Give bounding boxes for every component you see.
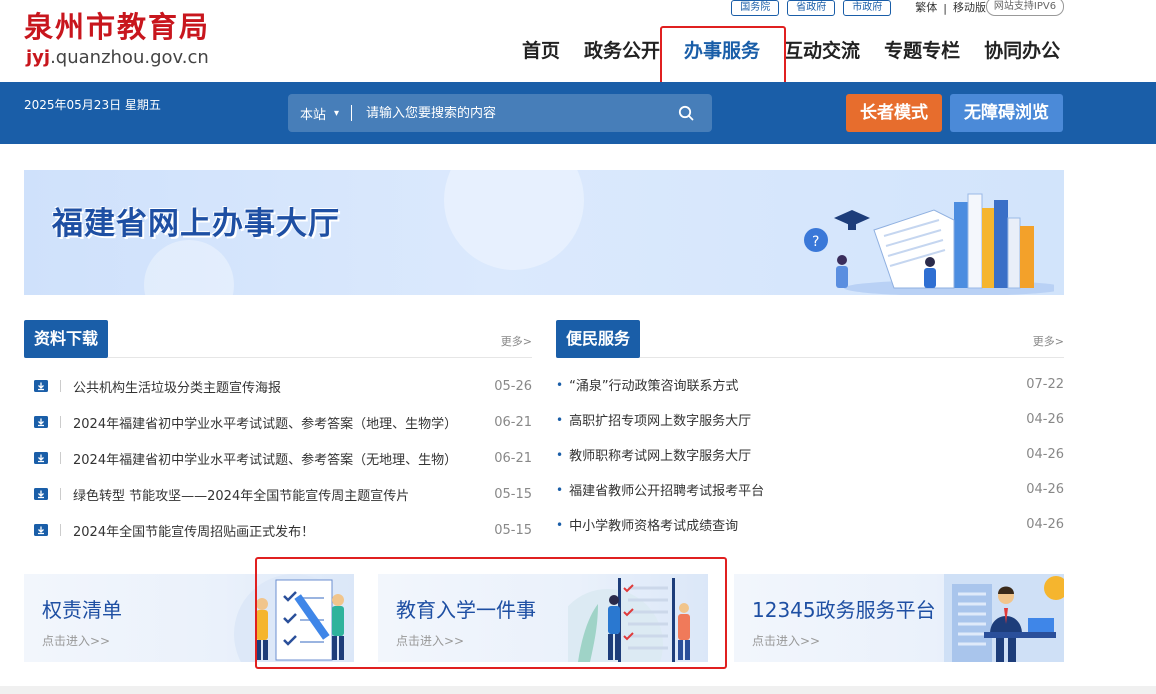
- list-item[interactable]: 绿色转型 节能攻坚——2024年全国节能宣传周主题宣传片 05-15: [24, 476, 532, 512]
- item-separator: [60, 524, 61, 536]
- list-item-text: 福建省教师公开招聘考试报考平台: [569, 484, 765, 499]
- downloads-title[interactable]: 资料下载: [24, 320, 109, 358]
- site-logo-title[interactable]: 泉州市教育局: [24, 10, 210, 44]
- domain-accent: jyj: [26, 47, 51, 68]
- list-item[interactable]: • 中小学教师资格考试成绩查询 04-26: [556, 507, 1064, 542]
- domain-rest: .quanzhou.gov.cn: [50, 47, 209, 68]
- services-list: • “涌泉”行动政策咨询联系方式 07-22 • 高职扩招专项网上数字服务大厅 …: [556, 367, 1064, 542]
- svg-text:?: ?: [812, 234, 819, 250]
- list-item[interactable]: 公共机构生活垃圾分类主题宣传海报 05-26: [24, 368, 532, 404]
- list-item-text: 2024年福建省初中学业水平考试试题、参考答案（地理、生物学）: [73, 416, 458, 432]
- bullet-icon: •: [556, 377, 564, 392]
- site-header: 泉州市教育局 jyj.quanzhou.gov.cn 国务院 省政府 市政府 繁…: [0, 0, 1156, 86]
- services-header: 便民服务 更多>: [556, 320, 1064, 358]
- nav-collaboration[interactable]: 协同办公: [972, 36, 1072, 66]
- list-item-text: 高职扩招专项网上数字服务大厅: [569, 414, 752, 429]
- bullet-icon: •: [556, 482, 564, 497]
- site-domain: jyj.quanzhou.gov.cn: [26, 47, 209, 69]
- online-service-hall-banner[interactable]: 福建省网上办事大厅 ?: [24, 170, 1064, 295]
- search-icon[interactable]: [678, 105, 694, 121]
- list-item-text: 中小学教师资格考试成绩查询: [569, 519, 739, 534]
- services-more-link[interactable]: 更多>: [1033, 333, 1064, 349]
- list-item[interactable]: • 高职扩招专项网上数字服务大厅 04-26: [556, 402, 1064, 437]
- utility-bar: 2025年05月23日 星期五 本站 ▾ 长者模式 无障碍浏览: [0, 82, 1156, 144]
- enrollment-card-highlight-box: [255, 557, 727, 669]
- link-city-gov[interactable]: 市政府: [843, 0, 892, 16]
- search-box: 本站 ▾: [288, 94, 712, 132]
- list-item-date: 07-22: [1026, 377, 1064, 392]
- top-links: 国务院 省政府 市政府 繁体 | 移动版: [723, 0, 986, 16]
- bullet-icon: •: [556, 517, 564, 532]
- ipv6-badge: 网站支持IPV6: [986, 0, 1064, 16]
- list-item-text: 绿色转型 节能攻坚——2024年全国节能宣传周主题宣传片: [73, 488, 410, 504]
- education-books-illustration: ?: [804, 193, 1054, 295]
- list-item-text: “涌泉”行动政策咨询联系方式: [569, 379, 739, 394]
- list-item-text: 2024年福建省初中学业水平考试试题、参考答案（无地理、生物）: [73, 452, 458, 468]
- download-icon: [34, 452, 48, 464]
- list-item-date: 04-26: [1026, 447, 1064, 462]
- search-divider: [351, 105, 353, 121]
- nav-gov-affairs[interactable]: 政务公开: [572, 36, 672, 66]
- list-item-date: 06-21: [494, 414, 532, 430]
- list-item[interactable]: 2024年全国节能宣传周招贴画正式发布！ 05-15: [24, 512, 532, 548]
- list-item[interactable]: 2024年福建省初中学业水平考试试题、参考答案（无地理、生物） 06-21: [24, 440, 532, 476]
- card-title: 12345政务服务平台: [752, 598, 936, 622]
- card-enter-link[interactable]: 点击进入>>: [42, 632, 110, 649]
- list-item[interactable]: • 教师职称考试网上数字服务大厅 04-26: [556, 437, 1064, 472]
- nav-interaction[interactable]: 互动交流: [772, 36, 872, 66]
- list-item-text: 教师职称考试网上数字服务大厅: [569, 449, 752, 464]
- list-item-date: 04-26: [1026, 517, 1064, 532]
- downloads-more-link[interactable]: 更多>: [501, 333, 532, 349]
- download-icon: [34, 380, 48, 392]
- elder-mode-button[interactable]: 长者模式: [846, 94, 942, 132]
- downloads-list: 公共机构生活垃圾分类主题宣传海报 05-26 2024年福建省初中学业水平考试试…: [24, 368, 532, 548]
- card-12345-service-platform[interactable]: 12345政务服务平台 点击进入>>: [734, 574, 1064, 662]
- card-enter-link[interactable]: 点击进入>>: [752, 632, 820, 649]
- top-separator: |: [943, 1, 947, 15]
- services-title[interactable]: 便民服务: [556, 320, 641, 358]
- link-traditional-chinese[interactable]: 繁体: [915, 0, 937, 16]
- downloads-section: 资料下载 更多> 公共机构生活垃圾分类主题宣传海报 05-26 2024年福建省…: [24, 320, 532, 548]
- banner-decor-circle: [444, 170, 584, 270]
- banner-title: 福建省网上办事大厅: [52, 206, 340, 242]
- list-item-date: 04-26: [1026, 482, 1064, 497]
- banner-decor-circle: [144, 240, 234, 295]
- list-item[interactable]: 2024年福建省初中学业水平考试试题、参考答案（地理、生物学） 06-21: [24, 404, 532, 440]
- item-separator: [60, 452, 61, 464]
- link-state-council[interactable]: 国务院: [731, 0, 780, 16]
- current-date: 2025年05月23日 星期五: [24, 98, 161, 112]
- list-item-date: 05-15: [494, 522, 532, 538]
- main-nav: 首页 政务公开 办事服务 互动交流 专题专栏 协同办公: [510, 36, 1072, 66]
- list-item-text: 2024年全国节能宣传周招贴画正式发布！: [73, 524, 315, 540]
- service-staff-illustration: [944, 574, 1064, 662]
- download-icon: [34, 524, 48, 536]
- link-provincial-gov[interactable]: 省政府: [787, 0, 836, 16]
- footer-strip: [0, 686, 1156, 694]
- bullet-icon: •: [556, 447, 564, 462]
- nav-home[interactable]: 首页: [510, 36, 572, 66]
- list-item-text: 公共机构生活垃圾分类主题宣传海报: [73, 380, 282, 396]
- item-separator: [60, 416, 61, 428]
- downloads-header: 资料下载 更多>: [24, 320, 532, 358]
- link-mobile-version[interactable]: 移动版: [953, 0, 986, 16]
- list-item[interactable]: • 福建省教师公开招聘考试报考平台 04-26: [556, 472, 1064, 507]
- list-item-date: 06-21: [494, 450, 532, 466]
- list-item-date: 05-15: [494, 486, 532, 502]
- nav-services-highlight-box: [660, 26, 786, 86]
- search-scope-select[interactable]: 本站: [300, 104, 326, 123]
- search-input[interactable]: [366, 105, 647, 121]
- convenience-services-section: 便民服务 更多> • “涌泉”行动政策咨询联系方式 07-22 • 高职扩招专项…: [556, 320, 1064, 542]
- item-separator: [60, 488, 61, 500]
- list-item[interactable]: • “涌泉”行动政策咨询联系方式 07-22: [556, 367, 1064, 402]
- download-icon: [34, 416, 48, 428]
- download-icon: [34, 488, 48, 500]
- card-title: 权责清单: [42, 598, 122, 622]
- nav-special-topics[interactable]: 专题专栏: [872, 36, 972, 66]
- accessible-browse-button[interactable]: 无障碍浏览: [950, 94, 1063, 132]
- list-item-date: 05-26: [494, 378, 532, 394]
- item-separator: [60, 380, 61, 392]
- bullet-icon: •: [556, 412, 564, 427]
- scope-toggle-icon[interactable]: ▾: [334, 108, 339, 119]
- list-item-date: 04-26: [1026, 412, 1064, 427]
